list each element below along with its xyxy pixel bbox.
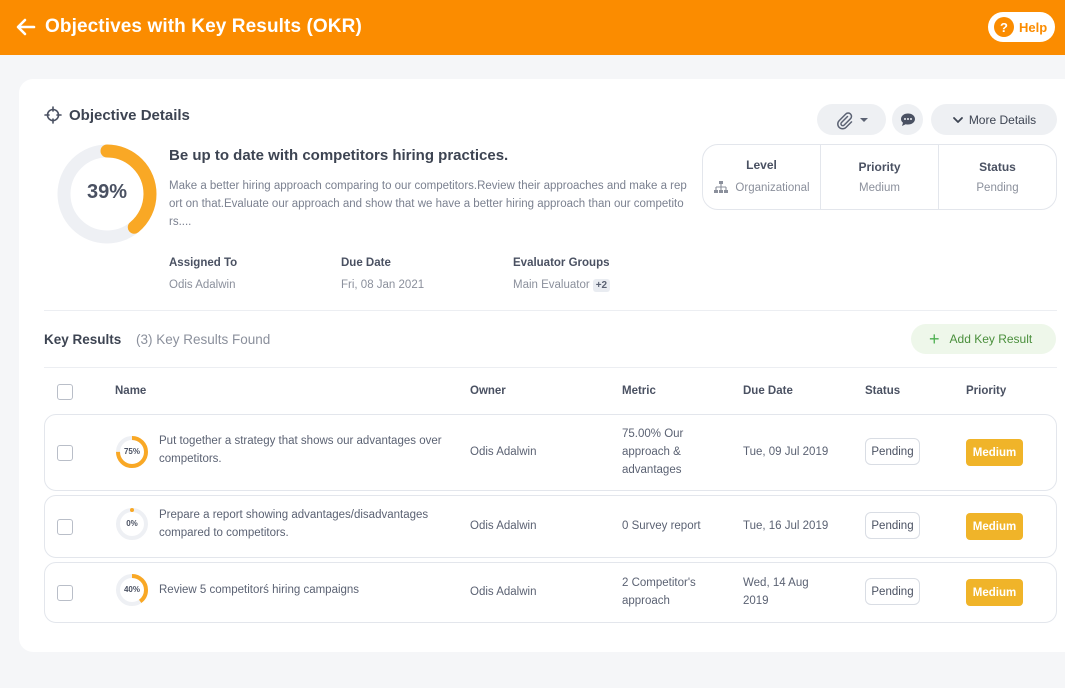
row-checkbox[interactable] [57, 519, 73, 535]
row-status-badge: Pending [865, 438, 920, 465]
row-progress-label: 0% [126, 519, 138, 528]
objective-progress-label: 39% [86, 181, 128, 203]
row-priority-badge: Medium [966, 439, 1023, 466]
question-icon: ? [994, 17, 1014, 37]
evaluator-more-badge[interactable]: +2 [592, 279, 611, 292]
priority-value: Medium [859, 182, 900, 194]
row-name[interactable]: Review 5 competitorś hiring campaigns [159, 581, 449, 599]
help-label: Help [1019, 19, 1048, 35]
row-name[interactable]: Put together a strategy that shows our a… [159, 432, 449, 468]
add-key-result-button[interactable]: + Add Key Result [911, 324, 1056, 354]
column-header-name[interactable]: Name [115, 385, 146, 397]
assigned-to-label: Assigned To [169, 257, 238, 269]
page-title: Objectives with Key Results (OKR) [45, 16, 362, 37]
column-header-due-date[interactable]: Due Date [743, 385, 793, 397]
status-column: Status Pending [939, 145, 1056, 209]
priority-column: Priority Medium [821, 145, 939, 209]
column-header-metric[interactable]: Metric [622, 385, 656, 397]
row-name[interactable]: Prepare a report showing advantages/disa… [159, 506, 449, 542]
column-header-priority[interactable]: Priority [966, 385, 1006, 397]
row-owner: Odis Adalwin [470, 586, 537, 598]
crosshair-icon [44, 106, 62, 124]
due-date-value: Fri, 08 Jan 2021 [341, 279, 425, 291]
more-details-label: More Details [968, 112, 1037, 127]
objective-info-box: Level Organizational Priority Medium Sta… [702, 144, 1057, 210]
column-header-status[interactable]: Status [865, 385, 900, 397]
row-due-date: Tue, 09 Jul 2019 [743, 446, 829, 458]
table-header-divider [44, 367, 1057, 368]
column-header-owner[interactable]: Owner [470, 385, 506, 397]
row-owner: Odis Adalwin [470, 520, 537, 532]
objective-details-heading: Objective Details [44, 106, 190, 124]
row-status-badge: Pending [865, 578, 920, 605]
evaluator-groups-value: Main Evaluator +2 [513, 279, 611, 292]
evaluator-groups-label: Evaluator Groups [513, 257, 610, 269]
row-progress-label: 75% [123, 447, 140, 456]
section-title: Objective Details [69, 106, 190, 124]
objective-title: Be up to date with competitors hiring pr… [169, 147, 509, 164]
row-metric: 75.00% Our approach & advantages [622, 428, 684, 476]
level-column: Level Organizational [703, 145, 821, 209]
row-due-date: Wed, 14 Aug 2019 [743, 577, 809, 607]
attachment-dropdown-button[interactable] [817, 104, 886, 135]
more-details-button[interactable]: More Details [931, 104, 1057, 135]
row-due-date: Tue, 16 Jul 2019 [743, 520, 829, 532]
select-all-checkbox[interactable] [57, 384, 73, 400]
objective-description: Make a better hiring approach comparing … [169, 180, 687, 228]
app-header: Objectives with Key Results (OKR) ? Help [0, 0, 1065, 55]
status-label: Status [979, 160, 1016, 174]
evaluator-group-name: Main Evaluator [513, 279, 590, 291]
row-priority-badge: Medium [966, 579, 1023, 606]
row-checkbox[interactable] [57, 445, 73, 461]
chevron-down-icon [952, 116, 963, 123]
key-results-count: (3) Key Results Found [136, 332, 271, 347]
comments-button[interactable] [892, 104, 923, 135]
row-metric: 0 Survey report [622, 520, 701, 532]
row-checkbox[interactable] [57, 585, 73, 601]
row-status-badge: Pending [865, 512, 920, 539]
caret-down-icon [860, 117, 868, 122]
level-value-wrap: Organizational [713, 180, 810, 196]
row-priority-badge: Medium [966, 513, 1023, 540]
row-progress-label: 40% [123, 585, 140, 594]
level-value: Organizational [735, 182, 810, 194]
paperclip-icon [837, 111, 853, 130]
row-owner: Odis Adalwin [470, 446, 537, 458]
priority-label: Priority [858, 160, 901, 174]
back-arrow-icon[interactable] [14, 15, 38, 39]
plus-icon: + [929, 329, 940, 349]
chat-bubble-icon [900, 113, 915, 126]
status-value: Pending [976, 182, 1019, 194]
row-metric: 2 Competitor's approach [622, 577, 696, 607]
section-divider [44, 310, 1057, 311]
key-results-heading: Key Results [44, 332, 122, 347]
assigned-to-value: Odis Adalwin [169, 279, 236, 291]
level-label: Level [746, 158, 777, 172]
org-chart-icon [714, 181, 729, 193]
add-key-result-label: Add Key Result [949, 332, 1033, 346]
due-date-label: Due Date [341, 257, 391, 269]
help-button[interactable]: ? Help [988, 12, 1055, 42]
